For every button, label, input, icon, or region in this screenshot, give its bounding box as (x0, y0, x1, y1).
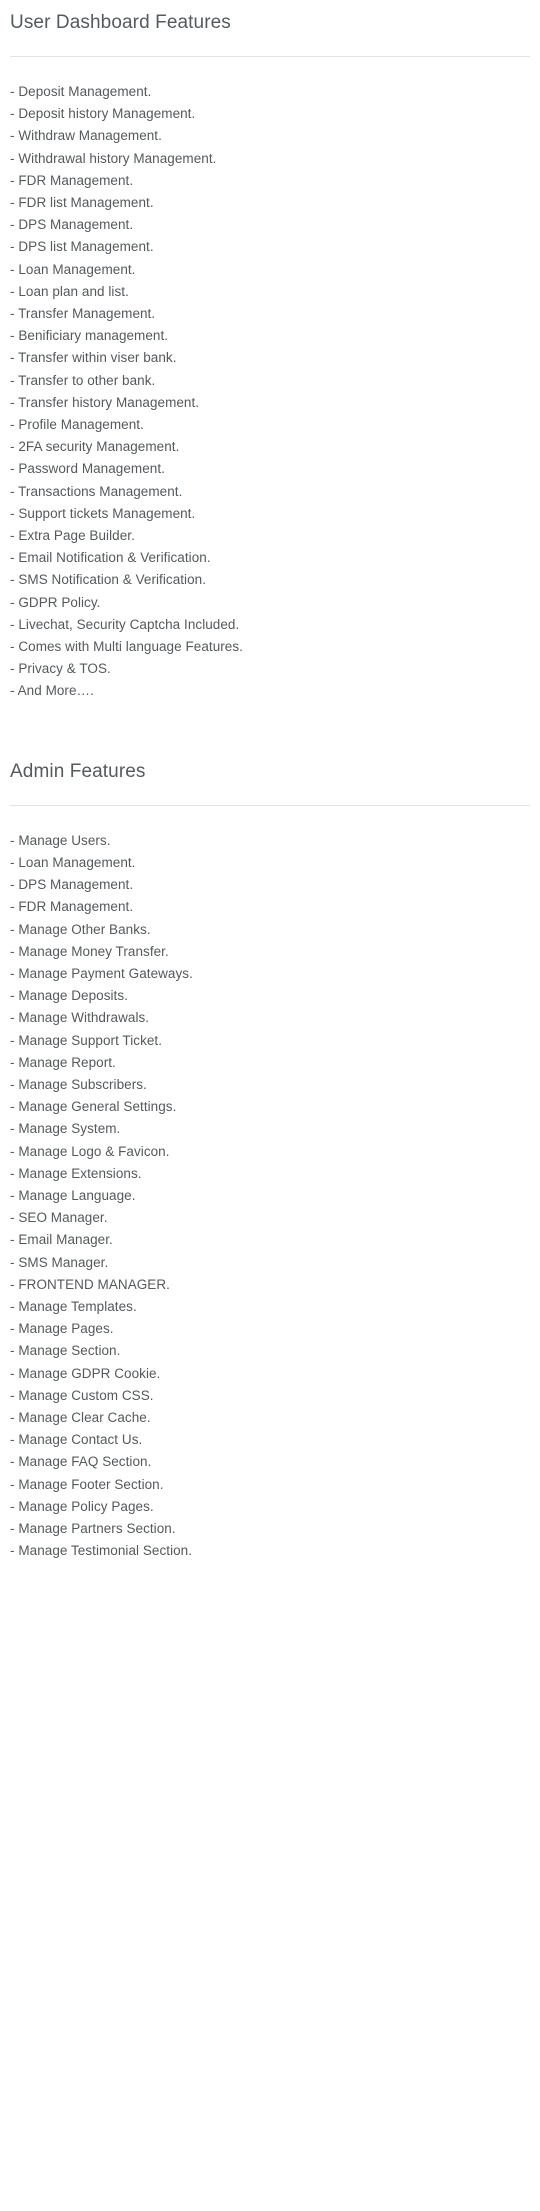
admin-features-header: Admin Features (10, 759, 530, 806)
feature-list-item: - Password Management. (10, 461, 165, 477)
admin-features-list: - Manage Users. - Loan Management. - DPS M… (10, 806, 530, 1563)
feature-list-item: - Manage Report. (10, 1054, 116, 1070)
features-page: User Dashboard Features - Deposit Manage… (0, 0, 540, 1562)
feature-list-item: - Comes with Multi language Features. (10, 639, 243, 655)
feature-list-item: - Profile Management. (10, 417, 144, 433)
feature-list-item: - And More…. (10, 683, 94, 699)
feature-list-item: - Manage Money Transfer. (10, 943, 169, 959)
feature-list-item: - Manage Users. (10, 832, 111, 848)
feature-list-item: - Manage Section. (10, 1343, 121, 1359)
feature-list-item: - GDPR Policy. (10, 594, 101, 610)
feature-list-item: - Manage Clear Cache. (10, 1409, 151, 1425)
user-dashboard-features-header: User Dashboard Features (10, 0, 530, 57)
feature-list-item: - Transactions Management. (10, 483, 183, 499)
feature-list-item: - Manage Partners Section. (10, 1520, 176, 1536)
feature-list-item: - 2FA security Management. (10, 439, 180, 455)
feature-list-item: - Transfer Management. (10, 306, 156, 322)
feature-list-item: - Manage Support Ticket. (10, 1032, 163, 1048)
feature-list-item: - Manage General Settings. (10, 1099, 177, 1115)
feature-list-item: - Livechat, Security Captcha Included. (10, 616, 240, 632)
feature-list-item: - Benificiary management. (10, 328, 169, 344)
feature-list-item: - Manage Footer Section. (10, 1476, 164, 1492)
feature-list-item: - Manage Testimonial Section. (10, 1543, 193, 1559)
feature-list-item: - Manage Extensions. (10, 1165, 142, 1181)
feature-list-item: - SMS Notification & Verification. (10, 572, 207, 588)
feature-list-item: - Manage System. (10, 1121, 121, 1137)
feature-list-item: - Deposit Management. (10, 84, 152, 99)
feature-list-item: - FRONTEND MANAGER. (10, 1276, 170, 1292)
feature-list-item: - Extra Page Builder. (10, 528, 135, 544)
feature-list-item: - Manage Payment Gateways. (10, 965, 193, 981)
feature-list-item: - Privacy & TOS. (10, 661, 111, 677)
feature-list-item: - Manage Pages. (10, 1321, 114, 1337)
feature-list-item: - Email Notification & Verification. (10, 550, 211, 566)
feature-list-item: - Manage Custom CSS. (10, 1387, 154, 1403)
feature-list-item: - Manage Deposits. (10, 988, 128, 1004)
feature-list-item: - Manage Language. (10, 1187, 136, 1203)
feature-list-item: - Withdrawal history Management. (10, 150, 217, 166)
feature-list-item: - Email Manager. (10, 1232, 113, 1248)
admin-features-title: Admin Features (10, 760, 146, 782)
user-dashboard-features-section: User Dashboard Features - Deposit Manage… (10, 0, 530, 703)
feature-list-item: - Manage Withdrawals. (10, 1010, 150, 1026)
feature-list-item: - Manage Logo & Favicon. (10, 1143, 170, 1159)
feature-list-item: - Manage Contact Us. (10, 1432, 143, 1448)
feature-list-item: - Manage Templates. (10, 1298, 137, 1314)
feature-list-item: - Support tickets Management. (10, 505, 196, 521)
feature-list-item: - DPS Management. (10, 217, 134, 233)
feature-list-item: - Transfer history Management. (10, 394, 200, 410)
feature-list-item: - SMS Manager. (10, 1254, 109, 1270)
feature-list-item: - DPS Management. (10, 877, 134, 893)
feature-list-item: - FDR list Management. (10, 195, 154, 211)
feature-list-item: - Loan Management. (10, 854, 136, 870)
feature-list-item: - Transfer to other bank. (10, 372, 156, 388)
user-dashboard-features-list: - Deposit Management. - Deposit history M… (10, 57, 530, 703)
feature-list-item: - SEO Manager. (10, 1210, 108, 1226)
user-dashboard-features-title: User Dashboard Features (10, 12, 231, 33)
feature-list-item: - Manage Policy Pages. (10, 1498, 154, 1514)
admin-features-section: Admin Features - Manage Users. - Loan Man… (10, 759, 530, 1563)
feature-list-item: - FDR Management. (10, 172, 134, 188)
feature-list-item: - Withdraw Management. (10, 128, 162, 144)
feature-list-item: - Manage FAQ Section. (10, 1454, 152, 1470)
feature-list-item: - DPS list Management. (10, 239, 154, 255)
feature-list-item: - Deposit history Management. (10, 106, 196, 122)
feature-list-item: - Transfer within viser bank. (10, 350, 177, 366)
feature-list-item: - Manage Subscribers. (10, 1076, 147, 1092)
feature-list-item: - Manage Other Banks. (10, 921, 151, 937)
feature-list-item: - Manage GDPR Cookie. (10, 1365, 161, 1381)
feature-list-item: - FDR Management. (10, 899, 134, 915)
feature-list-item: - Loan plan and list. (10, 283, 129, 299)
feature-list-item: - Loan Management. (10, 261, 136, 277)
